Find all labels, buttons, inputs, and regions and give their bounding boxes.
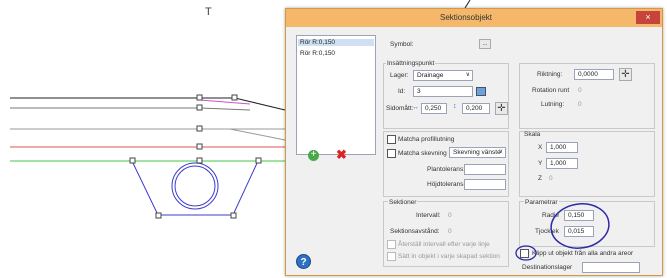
cad-node [196,157,203,164]
cad-node [231,94,238,101]
cad-node [196,143,203,150]
cad-node [196,94,203,101]
cad-line [199,107,251,111]
annotation-circle [515,245,537,261]
cad-line [234,97,286,111]
cad-node [196,125,203,132]
annotation-marks [515,203,610,261]
cad-pipe-inner [174,165,216,207]
annotation-circle [550,203,610,249]
cad-line [229,128,286,141]
cad-node [129,157,136,164]
section-object-dialog: Sektionsobjekt × Rör R:0,150 Rör R:0,150… [285,8,663,276]
cad-line [464,0,471,9]
cad-cursor: T [205,6,212,18]
cad-node [196,104,203,111]
cad-node [155,212,162,219]
cad-trench [131,160,259,216]
cad-pipe-outer [171,162,219,210]
cad-node [255,157,262,164]
cad-pink-line [199,99,251,105]
cad-node [230,212,237,219]
